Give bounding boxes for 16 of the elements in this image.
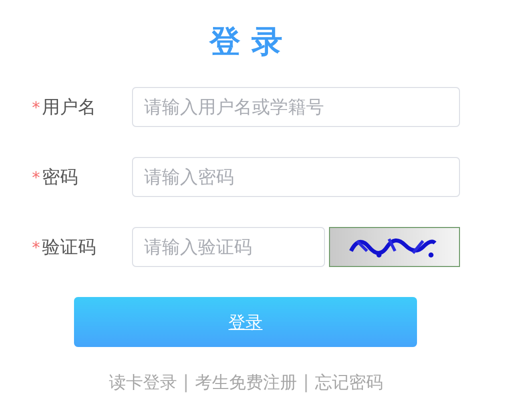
login-title: 登 录 <box>208 23 284 62</box>
input-field[interactable]: 请输入密码 <box>132 157 460 197</box>
required-asterisk: * <box>32 238 40 256</box>
login-button[interactable]: 登录 <box>74 297 417 347</box>
separator: | <box>303 372 310 393</box>
footer-link[interactable]: 忘记密码 <box>315 371 384 394</box>
footer-link[interactable]: 读卡登录 <box>108 371 177 394</box>
input-field[interactable]: 请输入用户名或学籍号 <box>132 87 460 127</box>
footer-link[interactable]: 考生免费注册 <box>195 371 297 394</box>
field-label: 用户名 <box>42 96 96 119</box>
field-label: 验证码 <box>42 236 96 259</box>
required-asterisk: * <box>32 98 40 116</box>
input-field[interactable]: 请输入验证码 <box>132 227 325 267</box>
separator: | <box>182 372 189 393</box>
field-label: 密码 <box>42 166 78 189</box>
required-asterisk: * <box>32 168 40 186</box>
